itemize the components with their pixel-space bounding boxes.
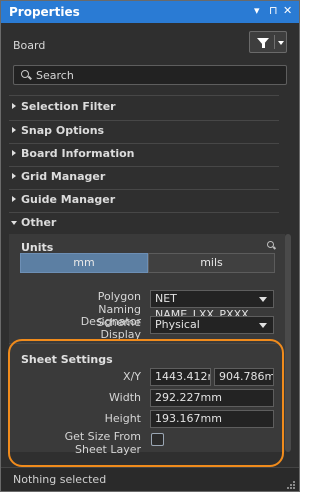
- pin-icon[interactable]: ⊓: [269, 4, 278, 17]
- panel-titlebar[interactable]: Properties ▾ ⊓ ✕: [1, 1, 299, 23]
- search-box[interactable]: [13, 65, 287, 85]
- designator-display-label: Designator Display: [80, 315, 141, 341]
- dropdown-triangle-icon[interactable]: ▾: [254, 4, 260, 17]
- close-icon[interactable]: ✕: [283, 4, 292, 17]
- units-option-mm[interactable]: mm: [20, 253, 148, 273]
- designator-display-select[interactable]: Physical: [150, 316, 274, 334]
- highlight-outline: [8, 339, 284, 467]
- expand-arrow-icon: [12, 173, 16, 179]
- filter-button[interactable]: [249, 31, 287, 53]
- section-selection-filter[interactable]: Selection Filter: [9, 98, 279, 118]
- divider: [9, 95, 279, 96]
- section-board-information[interactable]: Board Information: [9, 145, 279, 165]
- status-text: Nothing selected: [13, 473, 107, 486]
- resize-grip-icon[interactable]: [287, 481, 295, 489]
- chevron-down-icon: [259, 323, 267, 328]
- expand-arrow-icon: [12, 127, 16, 133]
- board-row: Board: [1, 31, 299, 59]
- scrollbar[interactable]: [285, 234, 291, 452]
- expand-arrow-icon: [12, 103, 16, 109]
- section-grid-manager[interactable]: Grid Manager: [9, 168, 279, 188]
- panel-title: Properties: [9, 5, 80, 19]
- expand-arrow-icon: [12, 196, 16, 202]
- section-guide-manager[interactable]: Guide Manager: [9, 191, 279, 211]
- section-other[interactable]: Other: [9, 214, 279, 234]
- chevron-down-icon: [259, 297, 267, 302]
- board-label: Board: [13, 39, 46, 52]
- chevron-down-icon[interactable]: [278, 41, 284, 45]
- properties-panel: Properties ▾ ⊓ ✕ Board Selection Filter …: [0, 0, 300, 492]
- collapse-arrow-icon: [11, 221, 17, 225]
- expand-arrow-icon: [12, 150, 16, 156]
- status-bar: Nothing selected: [1, 467, 299, 491]
- polygon-naming-select[interactable]: NET NAME_LXX_PXXX: [150, 290, 274, 321]
- section-snap-options[interactable]: Snap Options: [9, 122, 279, 142]
- search-input[interactable]: [36, 67, 281, 83]
- units-option-mils[interactable]: mils: [148, 253, 275, 273]
